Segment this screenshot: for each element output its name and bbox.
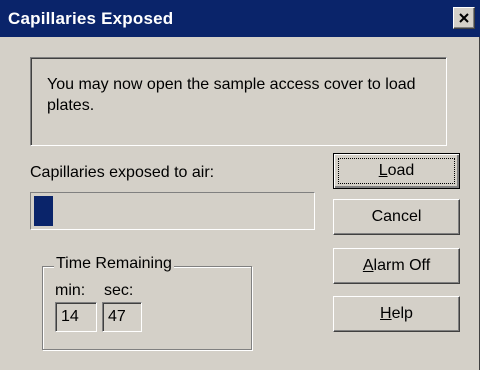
- message-panel: You may now open the sample access cover…: [30, 57, 447, 146]
- alarm-off-mnemonic: A: [362, 257, 374, 274]
- window-title: Capillaries Exposed: [8, 9, 174, 28]
- dialog-window: Capillaries Exposed You may now open the…: [0, 0, 480, 370]
- load-button[interactable]: Load: [333, 153, 460, 189]
- progress-fill: [34, 196, 53, 226]
- seconds-label: sec:: [104, 282, 134, 299]
- exposure-progress-bar: [30, 192, 315, 230]
- load-mnemonic: L: [378, 162, 388, 179]
- minutes-label: min:: [55, 282, 86, 299]
- progress-label: Capillaries exposed to air:: [30, 164, 215, 181]
- time-remaining-label: Time Remaining: [54, 255, 174, 273]
- close-button[interactable]: [453, 7, 475, 29]
- minutes-field: 14: [55, 302, 97, 332]
- load-label: oad: [387, 162, 415, 179]
- seconds-field: 47: [102, 302, 142, 332]
- help-mnemonic: H: [380, 305, 392, 322]
- alarm-off-button[interactable]: Alarm Off: [333, 248, 460, 284]
- cancel-label: Cancel: [371, 208, 422, 225]
- alarm-off-label: larm Off: [373, 257, 431, 274]
- message-text: You may now open the sample access cover…: [47, 76, 416, 114]
- close-icon: [459, 13, 469, 23]
- help-button[interactable]: Help: [333, 296, 460, 332]
- title-bar[interactable]: Capillaries Exposed: [0, 0, 480, 37]
- cancel-button[interactable]: Cancel: [333, 199, 460, 235]
- help-label: elp: [391, 305, 413, 322]
